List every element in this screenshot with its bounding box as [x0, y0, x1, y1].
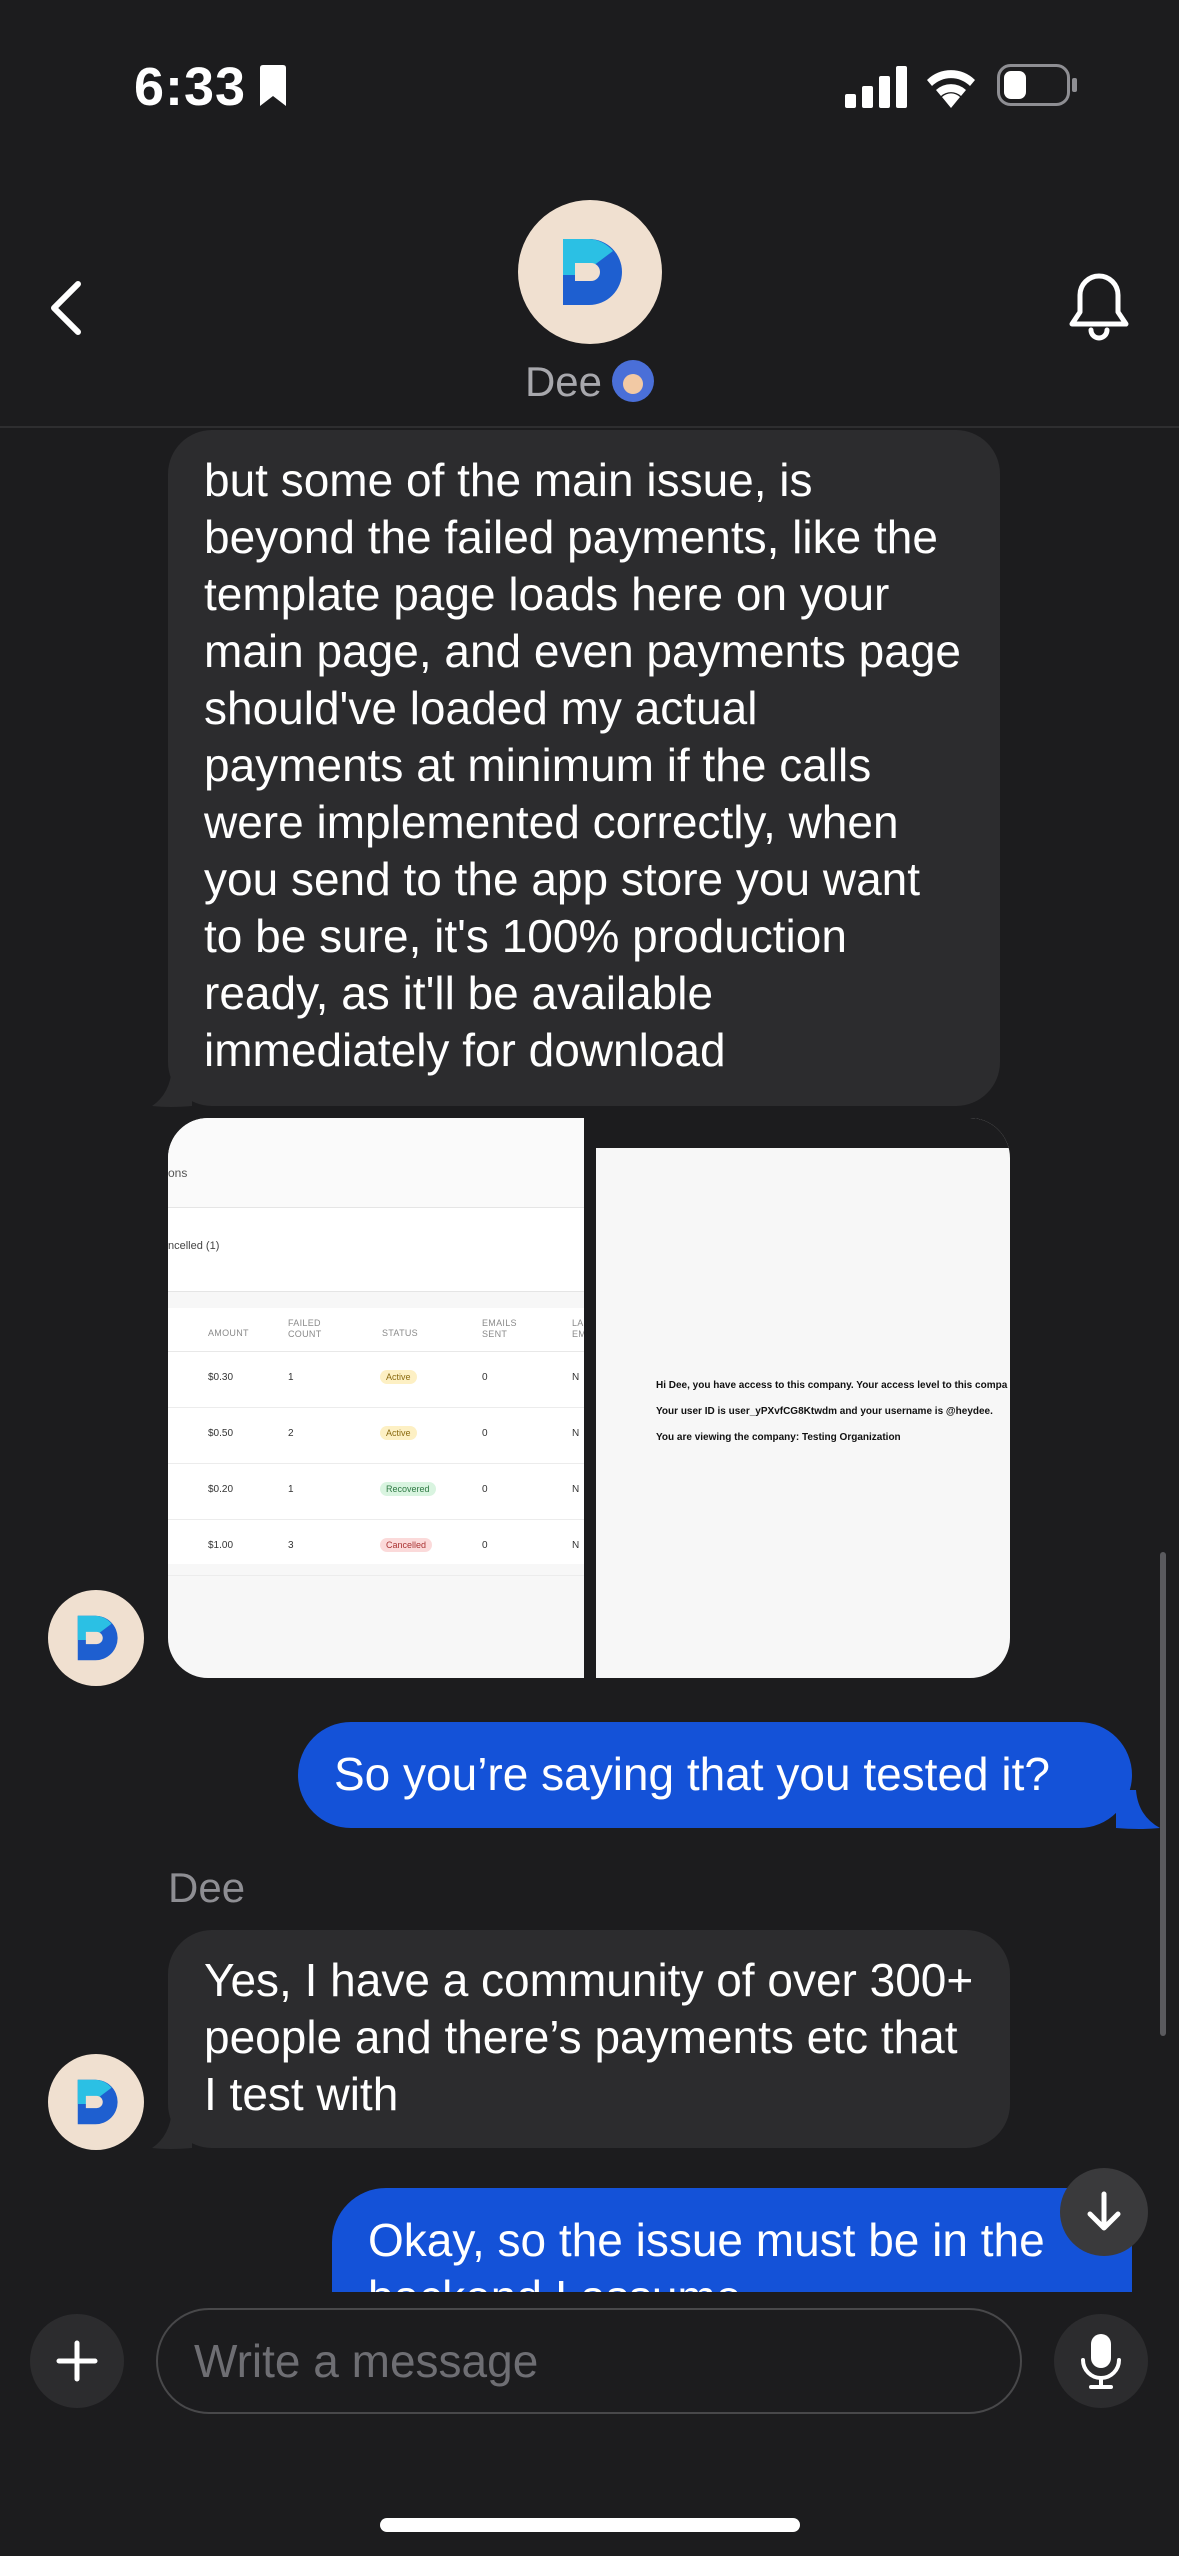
- payments-table: AMOUNT FAILED COUNT STATUS EMAILS SENT L…: [168, 1308, 584, 1576]
- cell-last: N: [572, 1428, 580, 1439]
- bubble-tail: [152, 2110, 192, 2149]
- status-bar: 6:33: [0, 0, 1179, 170]
- scrollbar[interactable]: [1160, 1552, 1166, 2036]
- cell-amount: $0.20: [208, 1484, 234, 1495]
- attachment-topbar: [596, 1118, 1010, 1148]
- contact-avatar[interactable]: [518, 200, 662, 344]
- company-line: You are viewing the company: Testing Org…: [656, 1432, 901, 1443]
- scroll-to-bottom-button[interactable]: [1060, 2168, 1148, 2256]
- table-row: $0.50 2 Active 0 N: [168, 1408, 584, 1464]
- chat-header: Dee: [0, 170, 1179, 428]
- cell-emails: 0: [482, 1540, 488, 1551]
- arrow-down-icon: [1087, 2191, 1121, 2231]
- table-row: $1.00 3 Cancelled 0 N: [168, 1520, 584, 1576]
- wifi-icon: [927, 70, 975, 108]
- cell-amount: $1.00: [208, 1540, 234, 1551]
- cell-failed: 3: [288, 1540, 294, 1551]
- tab-fragment: ons: [168, 1166, 188, 1180]
- mic-icon: [1081, 2334, 1121, 2389]
- attachment-filter: ncelled (1): [168, 1208, 584, 1292]
- message-incoming[interactable]: but some of the main issue, is beyond th…: [168, 430, 1000, 1106]
- signal-icon: [845, 66, 907, 108]
- battery-icon: [997, 64, 1077, 106]
- contact-name-label: Dee: [524, 358, 603, 405]
- composer-bar: [0, 2292, 1179, 2556]
- status-time: 6:33: [134, 57, 247, 117]
- filter-fragment: ncelled (1): [168, 1240, 220, 1252]
- column-header: AMOUNT: [208, 1328, 249, 1338]
- cell-emails: 0: [482, 1372, 488, 1383]
- logo-icon: [77, 2079, 118, 2125]
- message-outgoing[interactable]: So you’re saying that you tested it?: [298, 1722, 1132, 1828]
- column-header: LA EM: [572, 1318, 584, 1339]
- status-badge: Active: [380, 1426, 417, 1440]
- cell-failed: 1: [288, 1484, 294, 1495]
- bubble-tail: [1116, 1790, 1160, 1829]
- table-header: AMOUNT FAILED COUNT STATUS EMAILS SENT L…: [168, 1308, 584, 1352]
- cell-emails: 0: [482, 1428, 488, 1439]
- cell-last: N: [572, 1484, 580, 1495]
- voice-message-button[interactable]: [1054, 2314, 1148, 2408]
- message-input[interactable]: [156, 2308, 1022, 2414]
- bell-icon[interactable]: [1068, 270, 1130, 342]
- image-attachment-payments[interactable]: ons ncelled (1) AMOUNT FAILED COUNT STAT…: [168, 1118, 584, 1678]
- column-header: EMAILS SENT: [482, 1318, 517, 1339]
- attachment-tabs: ons: [168, 1118, 584, 1208]
- plus-icon: [56, 2340, 98, 2382]
- contact-name[interactable]: Dee: [0, 358, 1179, 406]
- officer-emoji-icon: [612, 360, 655, 402]
- access-line: Hi Dee, you have access to this company.…: [656, 1380, 1008, 1391]
- cell-last: N: [572, 1372, 580, 1383]
- column-header: FAILED COUNT: [288, 1318, 322, 1339]
- sender-name: Dee: [168, 1864, 246, 1911]
- logo-icon: [77, 1615, 118, 1661]
- cell-emails: 0: [482, 1484, 488, 1495]
- cell-amount: $0.50: [208, 1428, 234, 1439]
- status-badge: Cancelled: [380, 1538, 433, 1552]
- bookmark-icon: [260, 65, 286, 106]
- sender-avatar[interactable]: [48, 2054, 144, 2150]
- add-attachment-button[interactable]: [30, 2314, 124, 2408]
- bubble-tail: [152, 1068, 192, 1107]
- user-id-line: Your user ID is user_yPXvfCG8Ktwdm and y…: [656, 1406, 993, 1417]
- cell-failed: 2: [288, 1428, 294, 1439]
- logo-icon: [563, 239, 622, 305]
- table-row: $0.20 1 Recovered 0 N: [168, 1464, 584, 1520]
- cell-amount: $0.30: [208, 1372, 234, 1383]
- cell-last: N: [572, 1540, 580, 1551]
- sender-avatar[interactable]: [48, 1590, 144, 1686]
- back-chevron-icon[interactable]: [46, 278, 86, 338]
- home-indicator[interactable]: [380, 2518, 800, 2532]
- table-row: $0.30 1 Active 0 N: [168, 1352, 584, 1408]
- image-attachment-access[interactable]: Hi Dee, you have access to this company.…: [596, 1118, 1010, 1678]
- message-incoming[interactable]: Yes, I have a community of over 300+ peo…: [168, 1930, 1010, 2148]
- status-badge: Recovered: [380, 1482, 436, 1496]
- cell-failed: 1: [288, 1372, 294, 1383]
- column-header: STATUS: [382, 1328, 418, 1338]
- status-badge: Active: [380, 1370, 417, 1384]
